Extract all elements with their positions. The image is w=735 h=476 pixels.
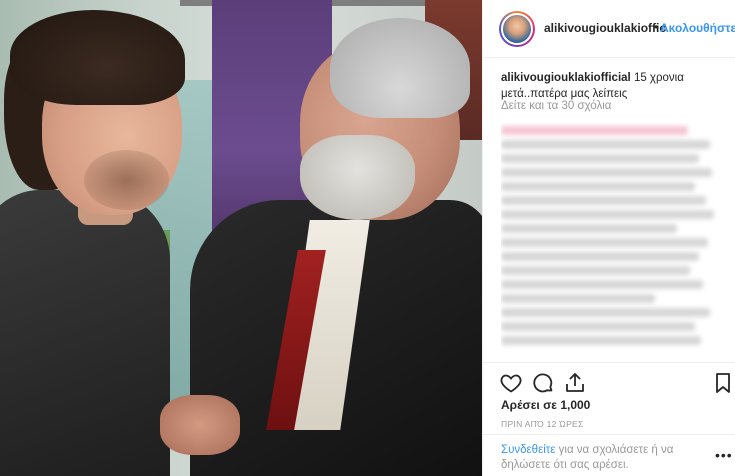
blurred-line [501, 252, 699, 261]
blurred-line [501, 322, 695, 331]
login-link[interactable]: Συνδεθείτε [501, 444, 555, 456]
post-actions [483, 362, 735, 402]
header-separator: • [654, 20, 659, 34]
blurred-line [501, 126, 688, 135]
view-all-comments-link[interactable]: Δείτε και τα 30 σχόλια [501, 100, 611, 112]
more-options-icon[interactable]: ••• [715, 447, 733, 463]
photo-young-man-hair [10, 10, 185, 105]
post-caption: alikivougiouklakiofficial 15 χρονια μετά… [501, 70, 726, 102]
photo-older-man-hair [330, 18, 470, 118]
blurred-comments [501, 122, 721, 362]
photo-older-man-beard [300, 135, 415, 220]
blurred-line [501, 168, 713, 177]
post-timestamp: ΠΡΙΝ ΑΠΌ 12 ΏΡΕΣ [501, 419, 584, 429]
blurred-line [501, 196, 706, 205]
avatar[interactable] [499, 11, 535, 47]
blurred-line [501, 280, 704, 289]
blurred-line [501, 140, 710, 149]
blurred-line [501, 308, 710, 317]
photo-young-man-beard [84, 150, 169, 210]
blurred-line [501, 336, 702, 345]
share-icon[interactable] [563, 371, 587, 395]
heart-icon[interactable] [499, 371, 523, 395]
comment-icon[interactable] [531, 371, 555, 395]
post-header: alikivougiouklakioffic • Ακολουθήστε [483, 0, 735, 58]
likes-count[interactable]: Αρέσει σε 1,000 [501, 398, 590, 412]
blurred-line [501, 154, 699, 163]
photo-young-man-shirt [0, 190, 170, 476]
login-prompt: Συνδεθείτε για να σχολιάσετε ή να δηλώσε… [501, 443, 691, 473]
follow-button[interactable]: Ακολουθήστε [660, 21, 735, 35]
post-side-panel: alikivougiouklakioffic • Ακολουθήστε ali… [482, 0, 735, 476]
photo-hand [160, 395, 240, 455]
bookmark-icon[interactable] [711, 371, 735, 395]
blurred-line [501, 224, 677, 233]
blurred-line [501, 210, 715, 219]
blurred-line [501, 266, 691, 275]
blurred-line [501, 294, 655, 303]
avatar-image [501, 13, 533, 45]
caption-username[interactable]: alikivougiouklakiofficial [501, 72, 631, 84]
header-username[interactable]: alikivougiouklakioffic [544, 21, 666, 35]
blurred-line [501, 182, 695, 191]
blurred-line [501, 238, 708, 247]
comment-bar: Συνδεθείτε για να σχολιάσετε ή να δηλώσε… [483, 434, 735, 476]
post-photo[interactable] [0, 0, 482, 476]
